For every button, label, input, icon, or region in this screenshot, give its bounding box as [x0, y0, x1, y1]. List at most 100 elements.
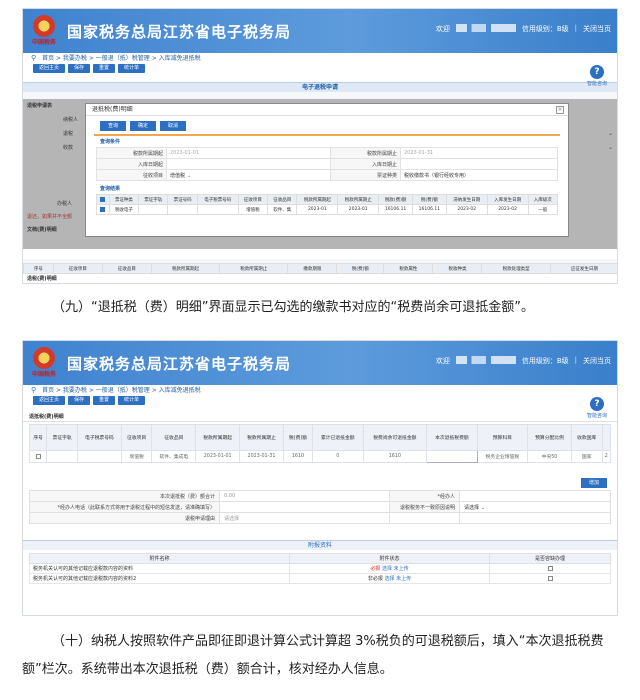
attach-select-link[interactable]: 选择 — [384, 576, 394, 582]
query-table: 税款所属期起 2023-01-01 税款所属期止 2023-01-31 入库日期… — [96, 147, 558, 181]
current-refund-input[interactable] — [426, 450, 478, 463]
close-page-link[interactable]: 关闭当页 — [583, 24, 611, 34]
save-button-2[interactable]: 保存 — [68, 396, 91, 405]
label-period-end: 税款所属期止 — [330, 147, 401, 159]
modal-title: 退抵税(费)明细 — [92, 106, 133, 113]
bottom-header: 缴款期限 — [287, 263, 338, 274]
reset-button-2[interactable]: 重置 — [93, 396, 116, 405]
result-cell: 2023-01 — [337, 204, 380, 215]
save-button[interactable]: 保存 — [68, 64, 91, 73]
period-start-input[interactable]: 2023-01-01 — [166, 147, 331, 159]
stock-end-input[interactable] — [400, 158, 558, 170]
bottom-header: 征收项目 — [52, 263, 103, 274]
cancel-button[interactable]: 取消 — [160, 121, 187, 131]
label-phone: *经办人电话（此联系方式将用于退税过程中的短信发送，请准确填写） — [29, 501, 220, 513]
detail-header: 征收项目 — [120, 424, 153, 451]
close-icon[interactable]: × — [556, 106, 564, 114]
breadcrumb-refund[interactable]: 一般退（抵）税管理 — [96, 55, 150, 62]
phone-input[interactable] — [219, 501, 390, 513]
breadcrumb-tax-2[interactable]: 我要办税 — [63, 387, 87, 394]
detail-cell: 中央50 — [527, 450, 572, 463]
attach-select-link[interactable]: 选择 — [382, 566, 392, 572]
detail-cell — [76, 450, 122, 463]
welcome-text-2: 欢迎 — [435, 357, 450, 365]
result-header: 入库级次 — [527, 194, 559, 205]
row-checkbox[interactable] — [100, 206, 106, 212]
result-cell: 2023-01 — [296, 204, 339, 215]
result-cell: 2023-02 — [445, 204, 488, 215]
result-cell: 16106.11 — [412, 204, 447, 215]
detail-header: 收款国库 — [570, 424, 603, 451]
credit-level: 信用级别：B级 — [521, 25, 569, 33]
smart-help-2[interactable]: ? 智能咨询 — [585, 397, 609, 419]
site-banner-2: 中国税务 国家税务总局江苏省电子税务局 欢迎 信用级别：B级 | 关闭当页 — [23, 341, 617, 385]
smart-help[interactable]: ? 智能咨询 — [585, 65, 609, 87]
result-header: 税(费)额 — [412, 194, 447, 205]
reason-diff-select[interactable]: 请选择 — [459, 501, 611, 513]
add-button[interactable]: 增加 — [580, 478, 607, 488]
period-end-input[interactable]: 2023-01-31 — [400, 147, 558, 159]
redacted-name-2 — [455, 356, 516, 364]
attach-title: 附报资料 — [23, 540, 617, 550]
bottom-header: 税款处理类型 — [481, 263, 551, 274]
bottom-header-table: 序号 征收项目 征收品目 税款所属期起 税款所属期止 缴款期限 税(费)额 税款属性 税收种类税… — [23, 263, 617, 274]
reset-button[interactable]: 重置 — [93, 64, 116, 73]
row-checkbox[interactable] — [35, 453, 41, 459]
attachment-table: 附件名称 附件状态 是否容缺办理 税务机关认可的其他记载应退税款内容的资料 必报… — [29, 553, 611, 584]
attach-required: 非必报 — [367, 576, 383, 582]
optional-checkbox[interactable] — [547, 575, 553, 581]
detail-cell: 2023-01-31 — [239, 450, 284, 463]
select-all-checkbox[interactable] — [100, 196, 106, 202]
detail-header: 累计已退抵金额 — [312, 424, 364, 451]
toolbar-2: 返回主页 保存 重置 统计单 — [23, 395, 617, 406]
levy-item-select[interactable]: 增值税 — [166, 169, 331, 181]
breadcrumb-current-2: 入库减免退抵税 — [158, 387, 201, 394]
bottom-header: 征收品目 — [101, 263, 152, 274]
home-button[interactable]: 返回主页 — [33, 64, 66, 73]
stats-button[interactable]: 统计单 — [118, 64, 146, 73]
result-header: 票证种类 — [108, 194, 140, 205]
toolbar: 返回主页 保存 重置 统计单 — [23, 63, 617, 74]
detail-header: 征收品目 — [151, 424, 197, 451]
close-page-link-2[interactable]: 关闭当页 — [583, 356, 611, 366]
location-pin-icon: ⚲ — [31, 54, 37, 62]
stats-button-2[interactable]: 统计单 — [118, 396, 146, 405]
site-title-2: 国家税务总局江苏省电子税务局 — [67, 355, 292, 373]
result-header: 征收品目 — [267, 194, 298, 205]
breadcrumb-home-2[interactable]: 首页 — [42, 387, 54, 394]
result-table: 票证种类 票证字轨 票证号码 电子税票号码 征收项目 征收品目 税款所属期起 税款所属期止 税款… — [96, 194, 559, 215]
detail-cell: 2023-01-01 — [195, 450, 241, 463]
handler-input[interactable] — [459, 490, 611, 502]
result-cell: 16106.11 — [378, 204, 413, 215]
home-button-2[interactable]: 返回主页 — [33, 396, 66, 405]
bottom-header: 税款所属期止 — [219, 263, 289, 274]
bottom-header: 税收种类 — [432, 263, 483, 274]
breadcrumb-tax[interactable]: 我要办税 — [63, 55, 87, 62]
refund-detail-modal: 退抵税(费)明细 × 查询 确定 取消 查询条件 税款所属期起 2023-01-0… — [85, 103, 569, 237]
refund-reason-select[interactable]: 请选择 — [219, 512, 390, 524]
confirm-button[interactable]: 确定 — [130, 121, 157, 131]
detail-header: 税款所属期起 — [195, 424, 241, 451]
detail-cell: 0 — [312, 450, 364, 463]
stock-start-input[interactable] — [166, 158, 331, 170]
optional-checkbox[interactable] — [547, 565, 553, 571]
site-title: 国家税务总局江苏省电子税务局 — [67, 23, 292, 41]
attach-name: 税务机关认可的其他记载应退税款内容的资料2 — [29, 573, 290, 584]
screenshot-bottom: 中国税务 国家税务总局江苏省电子税务局 欢迎 信用级别：B级 | 关闭当页 ⚲ … — [22, 340, 618, 616]
detail-header: 税费尚余可退抵金额 — [362, 424, 428, 451]
breadcrumb: ⚲ 首页 > 我要办税 > 一般退（抵）税管理 > 入库减免退抵税 — [23, 53, 617, 63]
bottom-header: 税(费)额 — [336, 263, 385, 274]
breadcrumb-home[interactable]: 首页 — [42, 55, 54, 62]
caption-10: （十）纳税人按照软件产品即征即退计算公式计算超 3%税负的可退税额后，填入“本次… — [22, 634, 604, 677]
attach-header-name: 附件名称 — [29, 553, 290, 564]
bottom-header: 税款所属期起 — [150, 263, 221, 274]
voucher-type-select[interactable]: 税收缴款书（银行经收专用） — [400, 169, 558, 181]
result-cell: 一般 — [527, 204, 559, 215]
result-cell — [96, 204, 110, 215]
label-levy-item: 征收项目 — [96, 169, 167, 181]
query-button[interactable]: 查询 — [100, 121, 127, 131]
breadcrumb-refund-2[interactable]: 一般退（抵）税管理 — [96, 387, 150, 394]
welcome-text: 欢迎 — [435, 25, 450, 33]
screenshot-top: 中国税务 国家税务总局江苏省电子税务局 欢迎 信用级别：B级 | 关闭当页 ⚲ … — [22, 8, 618, 284]
label-total: 本次退抵税（费）额合计 — [29, 490, 220, 502]
